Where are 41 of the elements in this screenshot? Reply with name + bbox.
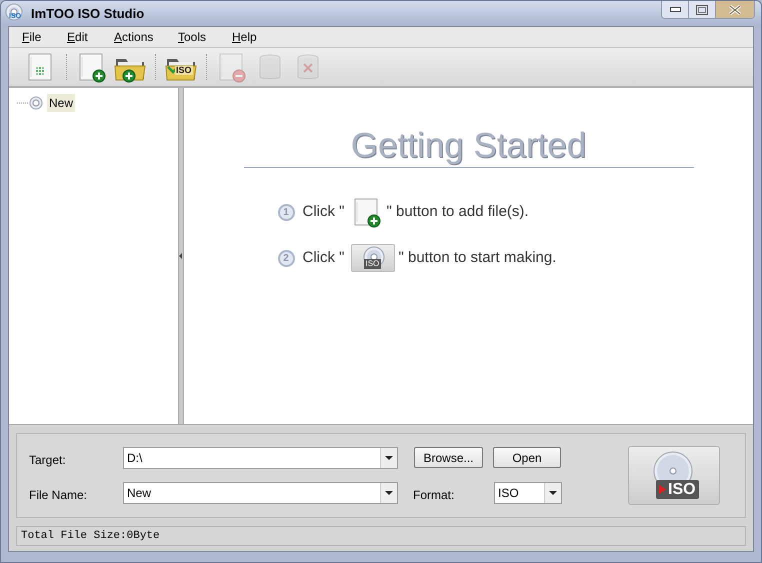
maximize-button[interactable] (689, 1, 716, 18)
target-combo[interactable]: D:\ (123, 447, 398, 469)
disc-icon (29, 96, 43, 110)
field-label: File Name: (29, 487, 88, 504)
iso-label: ISO (364, 259, 382, 269)
menu-item[interactable]: Tools (178, 28, 232, 46)
play-icon (659, 485, 666, 494)
toolbar-button[interactable]: ISO (162, 50, 200, 84)
menu-item[interactable]: Edit (67, 28, 114, 46)
status-bar: Total File Size:0Byte (16, 526, 746, 546)
step-text: " button to start making. (398, 248, 556, 268)
dropdown-arrow-icon (385, 456, 393, 460)
menu-item[interactable]: Help (232, 28, 272, 46)
make-iso-button[interactable]: ISO (628, 446, 720, 505)
iso-label: ISO (668, 480, 696, 499)
close-icon (729, 4, 741, 14)
iso-label: ISO (175, 66, 193, 75)
dropdown-arrow-icon (385, 491, 393, 495)
dropdown-arrow-icon (549, 491, 557, 495)
form-button[interactable]: Open (493, 447, 561, 468)
field-label: Format: (413, 487, 454, 504)
maximize-icon (696, 4, 708, 14)
form-button[interactable]: Browse... (414, 447, 483, 468)
step-text: Click " (302, 248, 344, 268)
file-name-combo[interactable]: New (123, 482, 398, 504)
page-heading: Getting Started (350, 128, 588, 167)
collapse-arrow-icon (179, 253, 183, 259)
step-text: " button to add file(s). (386, 202, 529, 222)
tree-connector-icon (17, 101, 29, 105)
minimize-button[interactable] (662, 1, 689, 18)
step-text: Click " (302, 202, 344, 222)
format-combo[interactable]: ISO (494, 482, 562, 504)
menu-item[interactable]: File (22, 28, 67, 46)
close-button[interactable] (716, 1, 754, 18)
field-label: Target: (29, 452, 66, 469)
tree-item[interactable]: New (47, 94, 76, 112)
step-number: 1 (278, 204, 294, 220)
menu-item[interactable]: Actions (114, 28, 178, 46)
window-title: ImTOO ISO Studio (31, 4, 144, 23)
step-number: 2 (278, 250, 294, 266)
minimize-icon (670, 7, 680, 12)
